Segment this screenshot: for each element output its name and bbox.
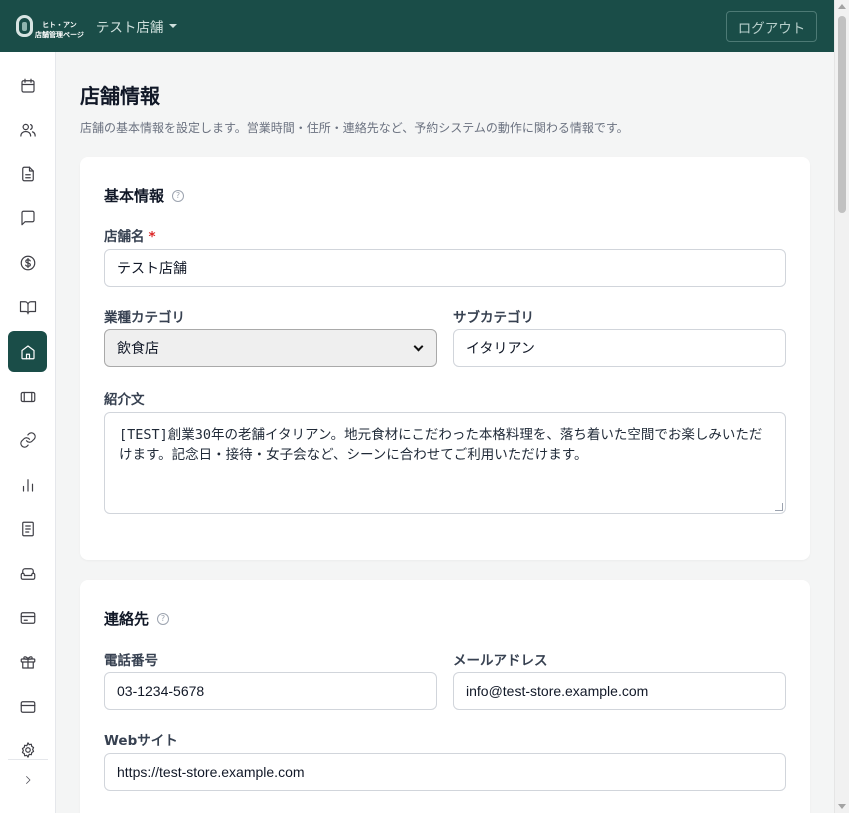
top-header: ヒト・アン 店舗管理ページ テスト店舗 ログアウト bbox=[0, 0, 834, 52]
help-icon[interactable]: ? bbox=[172, 189, 185, 202]
sidebar-item-notebook[interactable] bbox=[8, 508, 47, 549]
sidebar-item-settings[interactable] bbox=[8, 727, 47, 759]
link-icon bbox=[19, 431, 36, 448]
sofa-icon bbox=[20, 567, 35, 580]
sidebar-item-users[interactable] bbox=[8, 109, 47, 150]
settings-icon bbox=[21, 742, 34, 758]
sidebar-item-gifts[interactable] bbox=[8, 641, 47, 682]
store-name-label: 店舗名 * bbox=[104, 225, 156, 245]
home-icon bbox=[20, 344, 35, 359]
sidebar-expand-button[interactable] bbox=[8, 765, 47, 795]
gift-icon bbox=[20, 655, 35, 669]
contact-title: 連絡先 ? bbox=[104, 608, 170, 629]
book-open-icon bbox=[19, 300, 36, 314]
scroll-up-arrow-icon[interactable] bbox=[838, 4, 846, 9]
scroll-down-arrow-icon[interactable] bbox=[838, 804, 846, 809]
phone-label: 電話番号 bbox=[104, 653, 158, 669]
page-description: 店舗の基本情報を設定します。営業時間・住所・連絡先など、予約システムの動作に関わ… bbox=[80, 121, 629, 135]
store-name-label-text: 店舗名 bbox=[104, 229, 145, 245]
intro-textarea[interactable]: [TEST]創業30年の老舗イタリアン。地元食材にこだわった本格料理を、落ち着い… bbox=[104, 412, 786, 514]
store-name-input[interactable]: テスト店舗 bbox=[104, 249, 786, 287]
page-title: 店舗情報 bbox=[80, 84, 160, 108]
intro-label: 紹介文 bbox=[104, 392, 145, 408]
contact-title-text: 連絡先 bbox=[104, 610, 150, 628]
basic-info-title: 基本情報 ? bbox=[104, 185, 185, 206]
basic-info-title-text: 基本情報 bbox=[104, 187, 165, 205]
email-label: メールアドレス bbox=[453, 653, 548, 669]
dollar-icon bbox=[20, 255, 35, 270]
sidebar-item-analytics[interactable] bbox=[8, 464, 47, 505]
store-switcher[interactable]: テスト店舗 bbox=[96, 16, 178, 36]
subcategory-label: サブカテゴリ bbox=[453, 310, 534, 326]
caret-down-icon bbox=[169, 24, 178, 28]
website-input[interactable]: https://test-store.example.com bbox=[104, 753, 786, 791]
sidebar-item-store-info[interactable] bbox=[8, 331, 47, 372]
help-icon[interactable]: ? bbox=[157, 612, 170, 625]
phone-input[interactable]: 03-1234-5678 bbox=[104, 672, 437, 710]
chevron-down-icon bbox=[413, 341, 424, 351]
logout-button[interactable]: ログアウト bbox=[726, 11, 817, 42]
bar-chart-icon bbox=[22, 478, 33, 492]
logo-line-1: ヒト・アン bbox=[42, 21, 77, 29]
store-switcher-label: テスト店舗 bbox=[95, 20, 164, 36]
main-content: 店舗情報 店舗の基本情報を設定します。営業時間・住所・連絡先など、予約システムの… bbox=[56, 52, 834, 813]
sidebar-item-links[interactable] bbox=[8, 419, 47, 460]
sidebar-item-billing[interactable] bbox=[8, 686, 47, 727]
card-icon bbox=[20, 611, 35, 624]
basic-info-card: 基本情報 ? 店舗名 * テスト店舗 業種カテゴリ 飲食店 サブカテゴリ イタリア… bbox=[80, 157, 810, 560]
intro-textarea-value: [TEST]創業30年の老舗イタリアン。地元食材にこだわった本格料理を、落ち着い… bbox=[119, 427, 763, 463]
sidebar-item-documents[interactable] bbox=[8, 153, 47, 194]
sidebar-item-cards[interactable] bbox=[8, 597, 47, 638]
scroll-thumb[interactable] bbox=[838, 16, 846, 213]
sidebar-item-menu-book[interactable] bbox=[8, 286, 47, 327]
logo-text: ヒト・アン 店舗管理ページ bbox=[35, 20, 84, 40]
ticket-icon bbox=[20, 391, 35, 402]
subcategory-input[interactable]: イタリアン bbox=[453, 329, 786, 367]
logo-line-2: 店舗管理ページ bbox=[35, 31, 84, 39]
sidebar-item-calendar[interactable] bbox=[8, 65, 47, 106]
category-label: 業種カテゴリ bbox=[104, 310, 185, 326]
sidebar-item-tickets[interactable] bbox=[8, 376, 47, 417]
sidebar-divider bbox=[8, 759, 48, 760]
app-logo[interactable]: ヒト・アン 店舗管理ページ bbox=[16, 12, 84, 40]
sidebar bbox=[0, 52, 56, 813]
sidebar-item-payments[interactable] bbox=[8, 242, 47, 283]
category-select-value: 飲食店 bbox=[117, 340, 159, 356]
page-scrollbar[interactable] bbox=[834, 0, 849, 813]
required-mark: * bbox=[148, 229, 156, 245]
resize-handle-icon[interactable] bbox=[775, 503, 783, 511]
contact-card: 連絡先 ? 電話番号 03-1234-5678 メールアドレス info@tes… bbox=[80, 580, 810, 813]
calendar-icon bbox=[20, 78, 35, 93]
chevron-right-icon bbox=[25, 776, 30, 784]
document-icon bbox=[21, 166, 34, 181]
category-select[interactable]: 飲食店 bbox=[104, 329, 437, 367]
website-label: Webサイト bbox=[104, 733, 178, 749]
notebook-icon bbox=[21, 521, 34, 536]
email-input[interactable]: info@test-store.example.com bbox=[453, 672, 786, 710]
logo-mark-icon bbox=[16, 15, 33, 37]
sidebar-item-seats[interactable] bbox=[8, 553, 47, 594]
chat-icon bbox=[20, 210, 35, 225]
credit-card-icon bbox=[20, 700, 35, 713]
users-icon bbox=[19, 123, 36, 137]
sidebar-item-messages[interactable] bbox=[8, 197, 47, 238]
